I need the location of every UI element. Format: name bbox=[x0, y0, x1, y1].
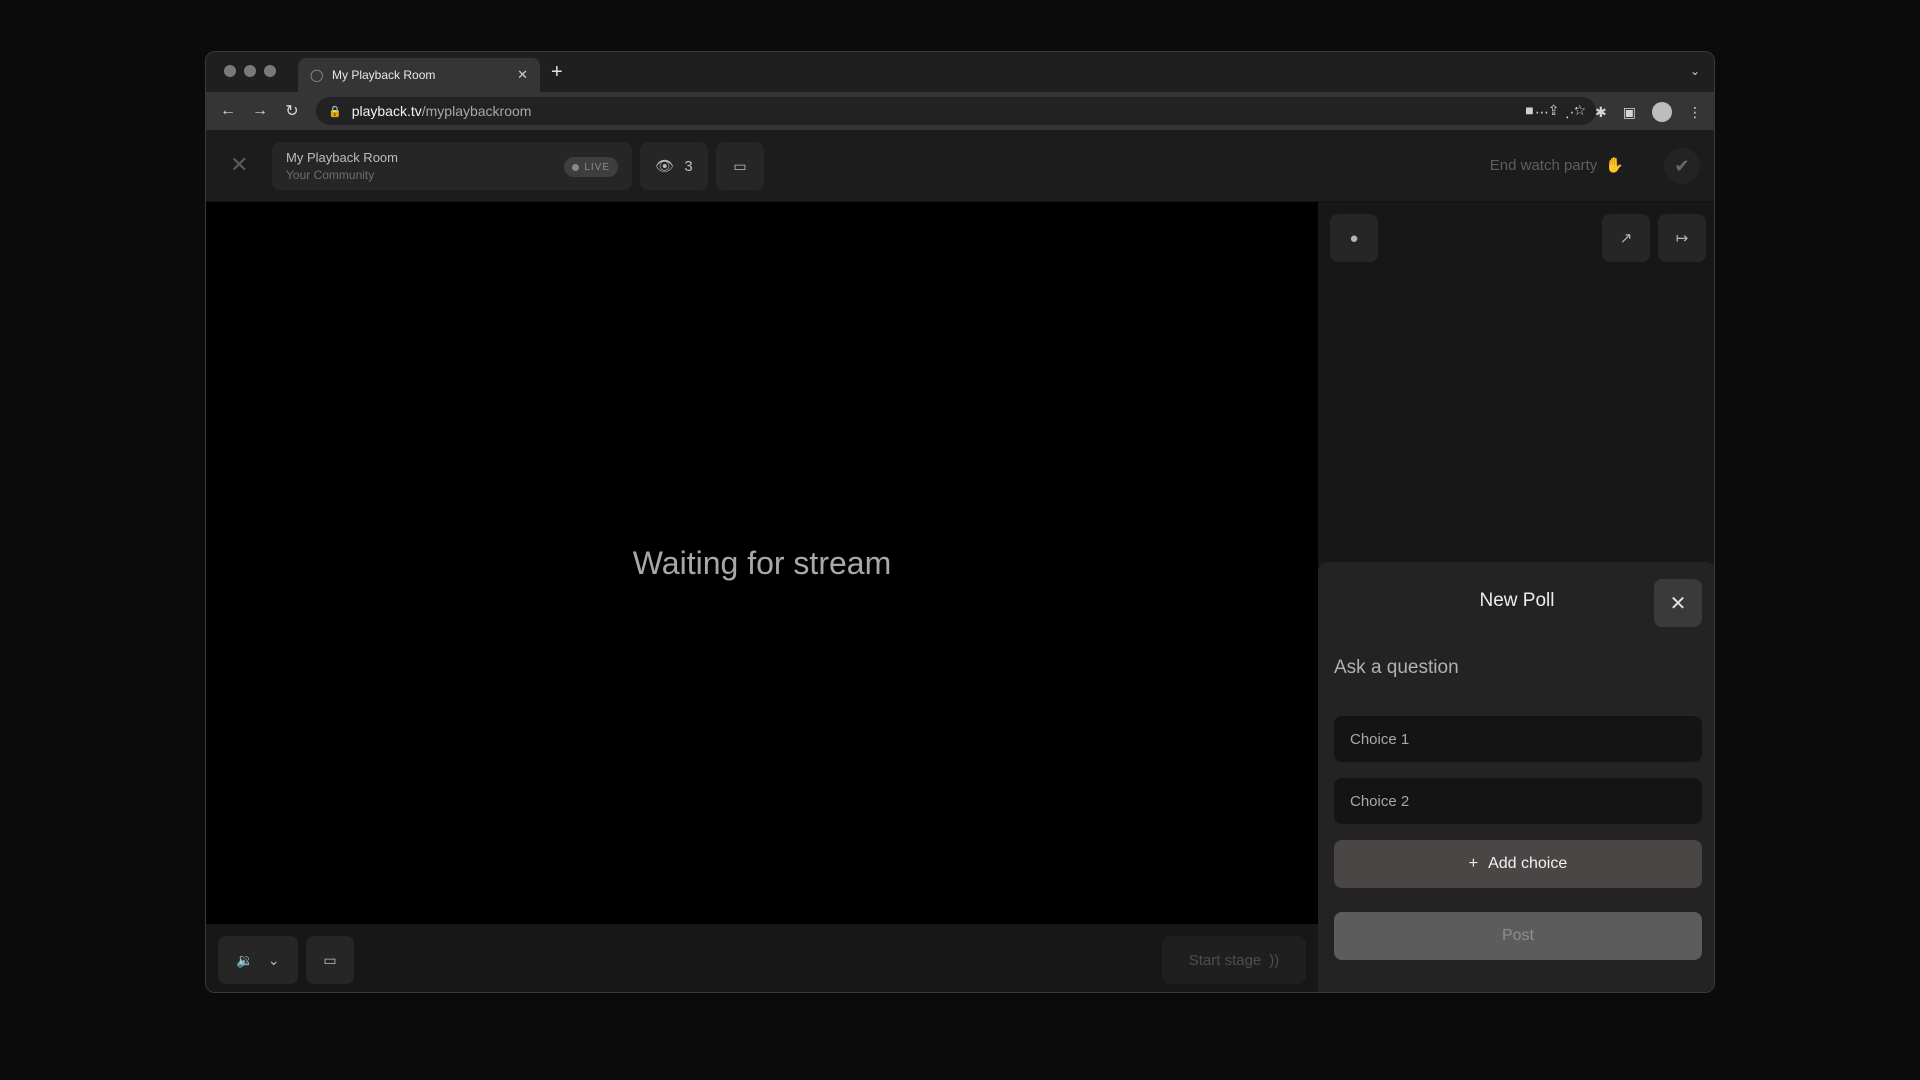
start-stage-label: Start stage bbox=[1188, 951, 1262, 969]
browser-toolbar: ← → ↻ 🔒 playback.tv/myplaybackroom ■ ⇪ ☆… bbox=[206, 92, 1714, 130]
choice-2-input[interactable] bbox=[1334, 778, 1702, 824]
new-poll-card: New Poll ✕ + Add choice Post bbox=[1318, 562, 1714, 992]
add-choice-button[interactable]: + Add choice bbox=[1334, 840, 1702, 888]
collapse-panel-button[interactable]: ↦ bbox=[1658, 214, 1706, 262]
end-watch-party-button[interactable]: End watch party ✋ bbox=[1489, 156, 1624, 175]
live-badge: LIVE bbox=[564, 157, 618, 177]
screen-share-button[interactable]: ▭ bbox=[306, 936, 354, 984]
new-tab-button[interactable]: + bbox=[551, 62, 563, 82]
external-link-icon: ↗ bbox=[1619, 230, 1633, 247]
video-stage: Waiting for stream bbox=[206, 202, 1318, 924]
extension-link-icon[interactable]: ⋯ bbox=[1535, 104, 1549, 121]
start-stage-button[interactable]: Start stage )) bbox=[1162, 936, 1306, 984]
right-panel: ● ↗ ↦ New Poll ✕ + Add choice Post bbox=[1318, 202, 1714, 992]
forward-arrow-icon[interactable]: → bbox=[244, 102, 276, 120]
profile-avatar[interactable] bbox=[1652, 102, 1672, 122]
close-window-button[interactable] bbox=[224, 65, 236, 77]
puzzle-icon[interactable]: ✱ bbox=[1595, 104, 1607, 121]
add-choice-label: Add choice bbox=[1488, 855, 1568, 872]
url-path: /myplaybackroom bbox=[421, 103, 532, 119]
back-arrow-icon[interactable]: ← bbox=[212, 102, 244, 120]
close-poll-button[interactable]: ✕ bbox=[1654, 579, 1702, 627]
reload-icon[interactable]: ↻ bbox=[276, 101, 308, 121]
chat-bubble-icon: ◯ bbox=[310, 68, 324, 82]
eye-icon: 👁 bbox=[655, 158, 675, 175]
arrow-right-icon: ↦ bbox=[1675, 230, 1689, 247]
url-host: playback.tv bbox=[351, 103, 422, 119]
chevron-down-icon[interactable]: ⌄ bbox=[1690, 64, 1700, 78]
app-header: ✕ My Playback Room Your Community LIVE 👁… bbox=[206, 130, 1714, 202]
wave-hand-icon: ✋ bbox=[1605, 157, 1624, 174]
volume-button[interactable]: 🔉 ⌄ bbox=[218, 936, 298, 984]
end-watch-party-label: End watch party bbox=[1489, 156, 1598, 174]
chat-button[interactable]: ● bbox=[1330, 214, 1378, 262]
browser-tab[interactable]: ◯ My Playback Room ✕ bbox=[298, 58, 540, 92]
calendar-button[interactable]: ▭ bbox=[716, 142, 764, 190]
live-dot-icon bbox=[572, 163, 580, 171]
tab-title: My Playback Room bbox=[332, 68, 436, 82]
viewer-count: 3 bbox=[684, 157, 693, 175]
viewer-count-button[interactable]: 👁 3 bbox=[640, 142, 708, 190]
minimize-window-button[interactable] bbox=[244, 65, 256, 77]
kebab-menu-icon[interactable]: ⋮ bbox=[1688, 104, 1702, 121]
close-icon[interactable]: ✕ bbox=[230, 152, 248, 178]
tab-close-icon[interactable]: ✕ bbox=[517, 67, 528, 83]
maximize-window-button[interactable] bbox=[264, 65, 276, 77]
chevron-down-icon: ⌄ bbox=[267, 951, 280, 968]
toolbar-icons: ⋯ ⋰ ✱ ▣ ⋮ bbox=[1535, 102, 1702, 122]
browser-window: ◯ My Playback Room ✕ + ⌄ ← → ↻ 🔒 playbac… bbox=[205, 51, 1715, 993]
broadcast-icon: )) bbox=[1269, 951, 1280, 969]
popout-button[interactable]: ↗ bbox=[1602, 214, 1650, 262]
sidebar-icon[interactable]: ▣ bbox=[1623, 104, 1636, 121]
window-controls bbox=[224, 65, 276, 77]
address-bar[interactable]: 🔒 playback.tv/myplaybackroom ■ ⇪ ☆ bbox=[316, 97, 1596, 125]
camera-icon[interactable]: ■ bbox=[1525, 102, 1533, 119]
monitor-icon: ▭ bbox=[323, 951, 337, 968]
speaker-icon: 🔉 bbox=[236, 951, 254, 968]
lock-icon: 🔒 bbox=[328, 105, 342, 118]
screenshot-icon[interactable]: ⋰ bbox=[1565, 104, 1579, 121]
live-label: LIVE bbox=[584, 161, 610, 173]
post-button[interactable]: Post bbox=[1334, 912, 1702, 960]
room-info[interactable]: My Playback Room Your Community LIVE bbox=[272, 142, 632, 190]
calendar-icon: ▭ bbox=[733, 157, 747, 174]
question-input[interactable] bbox=[1334, 652, 1700, 684]
tab-strip: ◯ My Playback Room ✕ + ⌄ bbox=[206, 52, 1714, 92]
waiting-status: Waiting for stream bbox=[632, 545, 892, 581]
check-icon[interactable]: ✔ bbox=[1664, 148, 1700, 184]
chat-bubble-icon: ● bbox=[1349, 229, 1359, 247]
plus-icon: + bbox=[1468, 855, 1479, 872]
bottom-controls: 🔉 ⌄ ▭ Start stage )) bbox=[206, 924, 1318, 992]
choice-1-input[interactable] bbox=[1334, 716, 1702, 762]
close-icon: ✕ bbox=[1669, 592, 1687, 615]
